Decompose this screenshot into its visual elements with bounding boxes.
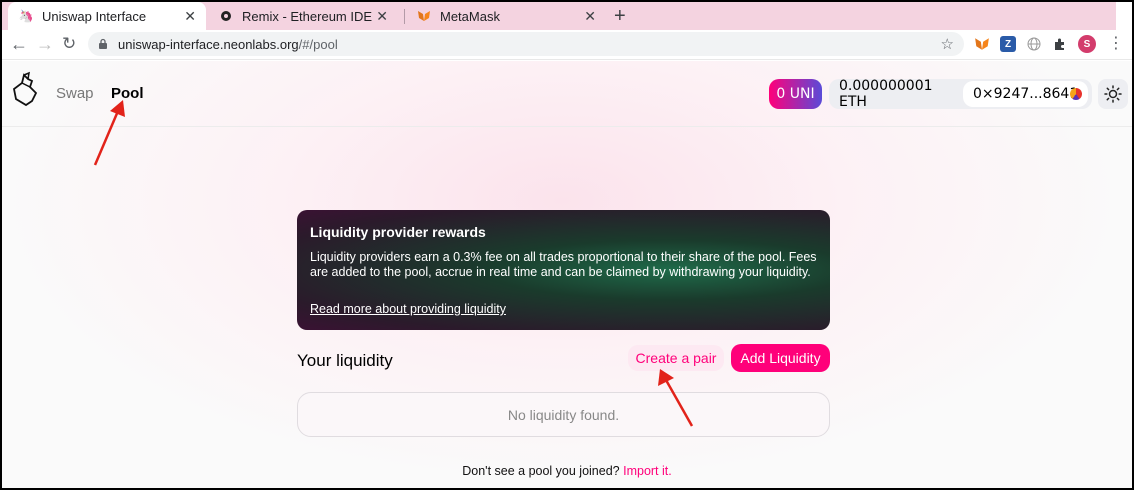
uni-balance-badge[interactable]: 0 UNI — [769, 79, 822, 109]
profile-avatar[interactable]: S — [1078, 35, 1096, 53]
tab-uniswap[interactable]: 🦄 Uniswap Interface ✕ — [8, 2, 206, 30]
wallet-identicon-icon — [1070, 88, 1082, 100]
tab-title: Uniswap Interface — [42, 8, 147, 24]
import-prompt-text: Don't see a pool you joined? — [462, 464, 620, 478]
reload-icon[interactable]: ↻ — [62, 34, 76, 54]
back-icon[interactable]: ← — [10, 34, 28, 55]
lock-icon — [98, 38, 110, 50]
liquidity-rewards-card: Liquidity provider rewards Liquidity pro… — [297, 210, 830, 330]
new-tab-button[interactable]: + — [614, 5, 626, 28]
metamask-extension-icon[interactable] — [974, 36, 990, 52]
rewards-title: Liquidity provider rewards — [310, 224, 486, 240]
metamask-fox-icon — [416, 8, 432, 24]
globe-extension-icon[interactable] — [1026, 36, 1042, 52]
tab-strip: 🦄 Uniswap Interface ✕ Remix - Ethereum I… — [2, 2, 1132, 30]
forward-icon[interactable]: → — [36, 34, 54, 55]
tab-separator — [404, 9, 405, 24]
uniswap-logo-icon[interactable] — [10, 71, 40, 109]
close-icon[interactable]: ✕ — [376, 8, 388, 25]
add-liquidity-button[interactable]: Add Liquidity — [731, 344, 830, 372]
extensions-puzzle-icon[interactable] — [1052, 36, 1068, 52]
import-pool-prompt: Don't see a pool you joined? Import it. — [2, 464, 1132, 478]
url-path: /#/pool — [298, 36, 338, 52]
your-liquidity-heading: Your liquidity — [297, 351, 393, 370]
tab-title: Remix - Ethereum IDE — [242, 8, 373, 24]
browser-toolbar: ← → ↻ uniswap-interface.neonlabs.org/#/p… — [2, 30, 1132, 60]
remix-icon — [218, 8, 234, 24]
url-host: uniswap-interface.neonlabs.org — [118, 36, 299, 52]
browser-window: 🦄 Uniswap Interface ✕ Remix - Ethereum I… — [2, 2, 1132, 488]
sun-icon — [1104, 85, 1122, 103]
import-pool-link[interactable]: Import it. — [623, 464, 672, 478]
rewards-description: Liquidity providers earn a 0.3% fee on a… — [310, 250, 817, 279]
annotation-arrow-pool — [93, 100, 125, 166]
tab-metamask[interactable]: MetaMask ✕ — [406, 2, 606, 30]
annotation-arrow-create-pair — [658, 369, 694, 427]
menu-kebab-icon[interactable]: ⋮ — [1108, 33, 1124, 53]
wallet-address-button[interactable]: 0×9247...8641 — [963, 81, 1088, 107]
rewards-read-more-link[interactable]: Read more about providing liquidity — [310, 302, 506, 316]
address-bar[interactable]: uniswap-interface.neonlabs.org/#/pool ☆ — [88, 32, 964, 56]
nav-swap[interactable]: Swap — [56, 85, 94, 102]
tab-title: MetaMask — [440, 8, 500, 24]
tab-remix[interactable]: Remix - Ethereum IDE ✕ — [208, 2, 398, 30]
zotero-extension-icon[interactable]: Z — [1000, 36, 1016, 52]
account-panel: 0.000000001 ETH 0×9247...8641 — [829, 78, 1092, 110]
bookmark-star-icon[interactable]: ☆ — [941, 35, 954, 53]
uniswap-app: Swap Pool 0 UNI 0.000000001 ETH 0×9247..… — [2, 61, 1132, 488]
wallet-address: 0×9247...8641 — [973, 86, 1079, 102]
unicorn-icon: 🦄 — [18, 9, 34, 23]
theme-toggle-button[interactable] — [1098, 79, 1128, 109]
close-icon[interactable]: ✕ — [184, 8, 196, 25]
close-icon[interactable]: ✕ — [584, 8, 596, 25]
eth-balance: 0.000000001 ETH — [839, 78, 933, 110]
no-liquidity-message: No liquidity found. — [297, 392, 830, 437]
app-header: Swap Pool 0 UNI 0.000000001 ETH 0×9247..… — [2, 61, 1132, 127]
window-edge — [1116, 2, 1132, 30]
